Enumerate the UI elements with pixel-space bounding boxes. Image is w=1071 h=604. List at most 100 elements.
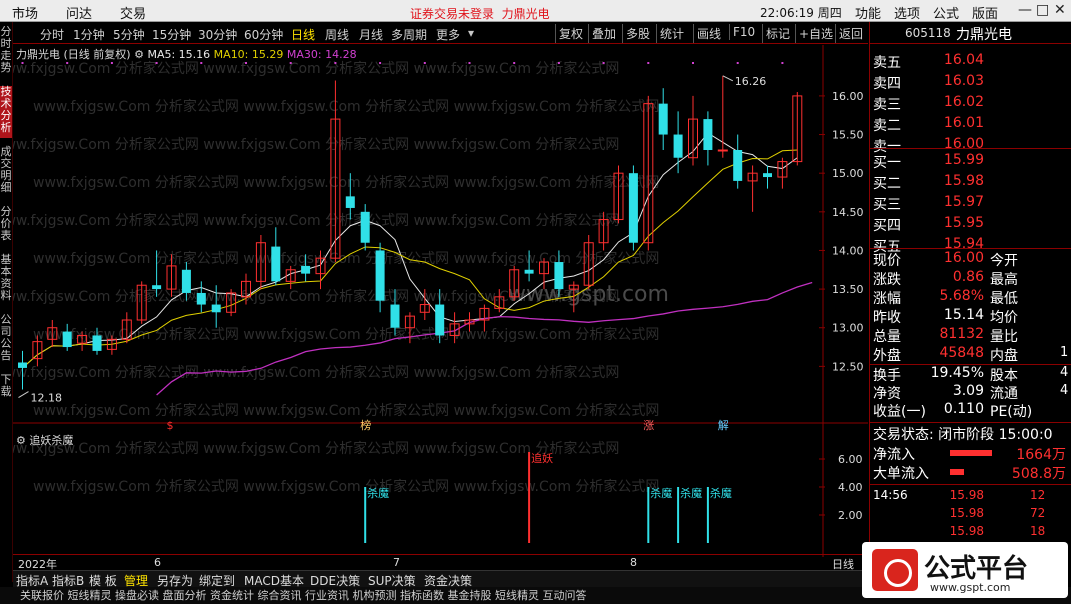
flow-label: 大单流入 (873, 466, 929, 482)
ask-price: 16.01 (943, 115, 984, 131)
period-multi[interactable]: 多周期 (391, 26, 427, 43)
indicator-label: 杀魔 (710, 486, 732, 500)
indicator-name: 追妖杀魔 (29, 434, 74, 447)
close-icon[interactable]: ✕ (1054, 2, 1066, 18)
indicator-label: 杀魔 (650, 486, 672, 500)
side-tab-notices[interactable]: 公司公告 (0, 314, 12, 366)
stock-name: 力鼎光电 (956, 27, 1012, 43)
indicator-bar (528, 452, 531, 543)
logo-text: 公式平台 (924, 554, 1029, 584)
top-tabs: 功能 选项 公式 版面 (855, 3, 998, 22)
bid-level-label: 买四 (873, 218, 901, 234)
stock-link[interactable]: 力鼎光电 (502, 7, 550, 21)
menu-trade[interactable]: 交易 (120, 3, 146, 22)
flow-value: 1664万 (1016, 447, 1066, 463)
tool-adjust[interactable]: 复权 (555, 24, 586, 43)
side-tab-download[interactable]: 下载 (0, 374, 12, 402)
sub-axis-label: 2.00 (838, 509, 863, 522)
period-60min[interactable]: 60分钟 (244, 26, 283, 43)
sub-axis-label: 6.00 (838, 453, 863, 466)
quote-row: 昨收 15.14 均价 (870, 307, 1071, 326)
candle-body-down (658, 103, 668, 135)
tab-formula[interactable]: 公式 (933, 3, 959, 22)
indicator-bar (364, 487, 367, 543)
candle-body-down (628, 173, 638, 243)
tab-options[interactable]: 选项 (894, 3, 920, 22)
side-tab-intraday[interactable]: 分时走势 (0, 26, 12, 82)
stock-title: 力鼎光电 (日线 前复权) (16, 48, 131, 61)
tick-volume: 72 (1030, 506, 1046, 520)
indicator-bar (677, 487, 680, 543)
period-intraday[interactable]: 分时 (40, 26, 64, 43)
info-label: 股本 (990, 368, 1018, 384)
info-value: 5.68% (939, 288, 984, 304)
chevron-down-icon[interactable]: ▾ (468, 26, 474, 40)
menu-ask[interactable]: 问达 (66, 3, 92, 22)
tool-multi-stock[interactable]: 多股 (622, 24, 653, 43)
quote-row: 交易状态: 闭市阶段 15:00:0 (870, 424, 1071, 443)
top-dot-marker (289, 62, 292, 64)
candle-body-down (390, 304, 400, 328)
indicator-bar (706, 487, 709, 543)
minimize-icon[interactable]: — (1018, 2, 1032, 18)
login-status[interactable]: 证券交易未登录 力鼎光电 (410, 5, 550, 22)
candle-body-down (703, 119, 713, 150)
period-5min[interactable]: 5分钟 (113, 26, 145, 43)
top-dot-marker (423, 62, 426, 64)
top-dot-marker (781, 62, 784, 64)
period-1min[interactable]: 1分钟 (73, 26, 105, 43)
info-value: 16.00 (943, 250, 984, 266)
indicator-settings-icon[interactable]: ⚙ (16, 434, 26, 447)
logo-mark-icon (872, 549, 918, 591)
quote-row: 15.98 72 (870, 506, 1071, 525)
top-dot-marker (647, 62, 650, 64)
period-more[interactable]: 更多 (436, 26, 460, 43)
quote-row: 大单流入 508.8万 (870, 463, 1071, 482)
period-toolbar: 分时 1分钟 5分钟 15分钟 30分钟 60分钟 日线 周线 月线 多周期 更… (13, 23, 868, 44)
ask-level-label: 卖三 (873, 97, 901, 113)
side-tab-technical[interactable]: 技术分析 (0, 86, 12, 138)
info-label: PE(动) (990, 404, 1033, 420)
tool-stats[interactable]: 统计 (656, 24, 687, 43)
period-15min[interactable]: 15分钟 (152, 26, 191, 43)
side-tab-profile[interactable]: 基本资料 (0, 254, 12, 306)
tab-function[interactable]: 功能 (855, 3, 881, 22)
watermark-text: www.fxjgsw.Com 分析家公式网 www.fxjgsw.Com 分析家… (13, 364, 619, 381)
price-tick-label: 13.50 (832, 283, 864, 296)
candle-body-down (301, 265, 311, 274)
info-value: 0.110 (943, 401, 984, 417)
tool-back[interactable]: 返回 (835, 24, 866, 43)
indicator-tabbar: 指标A 指标B 模 板 管理 另存为 绑定到 MACD基本 DDE决策 SUP决… (13, 570, 868, 588)
info-label: 最低 (990, 291, 1018, 307)
quote-row: 换手 19.45% 股本 4 (870, 365, 1071, 384)
watermark-text: www.fxjgsw.Com 分析家公式网 www.fxjgsw.Com 分析家… (33, 402, 659, 419)
quote-row: 卖四 16.03 (870, 73, 1071, 92)
info-value: 81132 (939, 326, 984, 342)
info-label: 净资 (873, 386, 901, 402)
tool-draw[interactable]: 画线 (693, 24, 724, 43)
tool-mark[interactable]: 标记 (762, 24, 793, 43)
tool-add-watchlist[interactable]: +自选 (795, 24, 836, 43)
menu-market[interactable]: 市场 (12, 3, 38, 22)
info-label: 涨跌 (873, 272, 901, 288)
bid-level-label: 买一 (873, 155, 901, 171)
period-30min[interactable]: 30分钟 (198, 26, 237, 43)
indicator-label: 追妖 (531, 451, 553, 465)
quote-row: 卖三 16.02 (870, 94, 1071, 113)
side-tab-trades[interactable]: 成交明细 (0, 146, 12, 198)
tool-overlay[interactable]: 叠加 (588, 24, 619, 43)
period-daily[interactable]: 日线 (291, 26, 315, 43)
period-monthly[interactable]: 月线 (359, 26, 383, 43)
period-weekly[interactable]: 周线 (325, 26, 349, 43)
ma-settings-icon[interactable]: ⚙ (134, 48, 144, 61)
maximize-icon[interactable]: □ (1036, 2, 1049, 18)
tool-f10[interactable]: F10 (729, 24, 758, 40)
candle-body-down (360, 211, 370, 243)
candlestick-chart[interactable]: www.fxjgsw.Com 分析家公式网 www.fxjgsw.Com 分析家… (13, 45, 868, 557)
quote-row: 收益(一) 0.110 PE(动) (870, 401, 1071, 420)
watermark-text: www.fxjgsw.Com 分析家公式网 www.fxjgsw.Com 分析家… (33, 478, 659, 495)
tab-layout[interactable]: 版面 (972, 3, 998, 22)
top-dot-marker (200, 62, 203, 64)
top-dot-marker (21, 62, 24, 64)
side-tab-price-table[interactable]: 分价表 (0, 206, 12, 246)
